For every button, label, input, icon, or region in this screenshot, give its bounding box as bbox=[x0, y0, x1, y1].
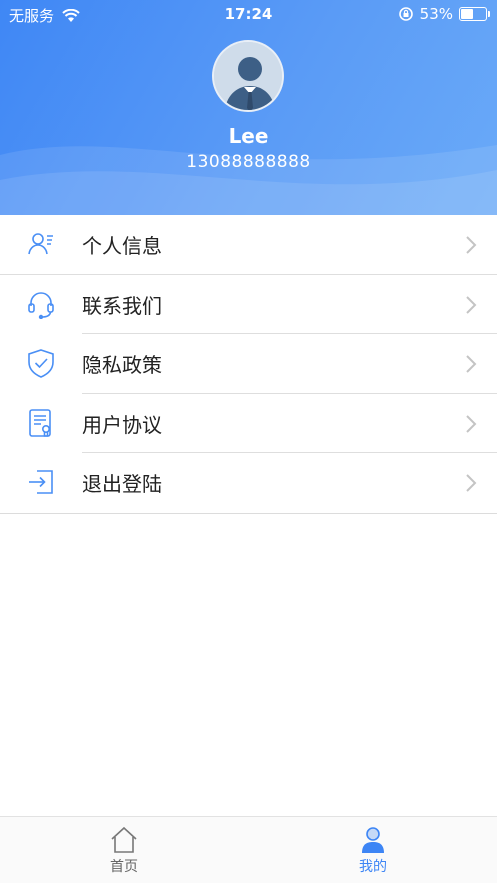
user-phone: 13088888888 bbox=[186, 152, 311, 172]
menu-item-label: 个人信息 bbox=[82, 234, 162, 259]
menu-item-contact-us[interactable]: 联系我们 bbox=[0, 274, 497, 334]
menu-item-logout[interactable]: 退出登陆 bbox=[0, 453, 497, 513]
tab-home[interactable]: 首页 bbox=[0, 817, 248, 883]
tab-mine[interactable]: 我的 bbox=[249, 817, 497, 883]
menu-item-label: 联系我们 bbox=[82, 293, 162, 318]
avatar[interactable] bbox=[212, 40, 284, 112]
chevron-right-icon bbox=[466, 236, 477, 254]
headset-icon bbox=[28, 291, 54, 319]
tab-bar: 首页 我的 bbox=[0, 816, 497, 883]
chevron-right-icon bbox=[466, 295, 477, 314]
logout-icon bbox=[29, 470, 53, 494]
tab-mine-label: 我的 bbox=[359, 859, 387, 875]
menu-item-user-agreement[interactable]: 用户协议 bbox=[0, 393, 497, 453]
profile-header: 无服务 17:24 53% Lee 13088888888 bbox=[0, 0, 497, 215]
chevron-right-icon bbox=[466, 414, 477, 433]
tab-home-label: 首页 bbox=[110, 859, 138, 875]
document-icon bbox=[29, 408, 51, 437]
battery-icon bbox=[459, 7, 490, 21]
home-icon bbox=[111, 826, 137, 853]
chevron-right-icon bbox=[466, 355, 477, 373]
menu-item-label: 隐私政策 bbox=[82, 353, 162, 378]
avatar-person-icon bbox=[214, 42, 282, 110]
battery-percent: 53% bbox=[419, 5, 453, 23]
status-bar: 无服务 17:24 53% bbox=[0, 0, 497, 30]
menu-item-privacy-policy[interactable]: 隐私政策 bbox=[0, 334, 497, 394]
orientation-lock-icon bbox=[398, 7, 413, 21]
chevron-right-icon bbox=[466, 474, 477, 492]
menu-item-personal-info[interactable]: 个人信息 bbox=[0, 215, 497, 275]
shield-check-icon bbox=[28, 349, 54, 378]
user-info-icon bbox=[28, 233, 53, 255]
user-profile-icon bbox=[362, 827, 384, 853]
menu-item-label: 退出登陆 bbox=[82, 472, 162, 497]
user-name: Lee bbox=[228, 124, 269, 148]
menu-item-label: 用户协议 bbox=[82, 412, 162, 437]
profile-menu: 个人信息 联系我们 隐私政策 用户协议 退出登陆 bbox=[0, 215, 497, 514]
